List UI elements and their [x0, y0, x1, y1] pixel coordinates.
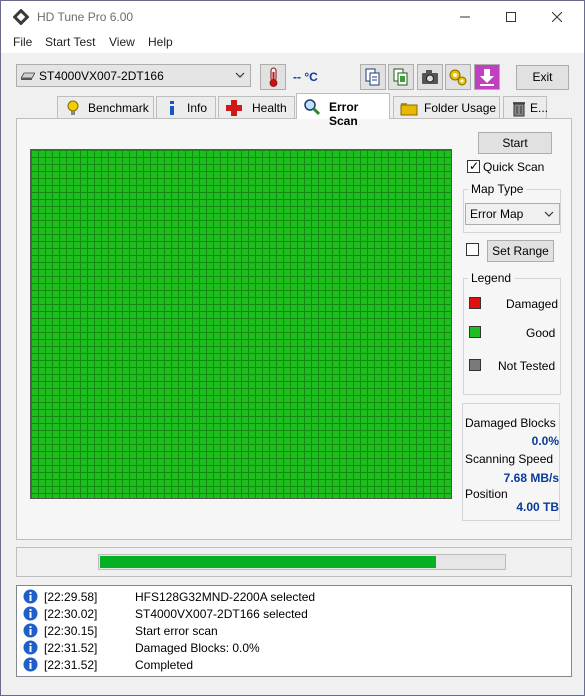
info-circle-icon [23, 623, 38, 638]
tab-folder-usage[interactable]: Folder Usage [393, 96, 500, 118]
tab-info[interactable]: Info [156, 96, 216, 118]
log-time: [22:31.52] [44, 641, 98, 655]
drive-name: ST4000VX007-2DT166 [39, 69, 164, 83]
settings-gears-icon [449, 69, 467, 86]
map-type-select[interactable]: Error Map [465, 203, 560, 225]
legend-swatch-good [469, 326, 481, 338]
info-circle-icon [23, 657, 38, 672]
trash-icon [513, 102, 525, 117]
log-entry: [22:29.58] HFS128G32MND-2200A selected [17, 588, 571, 605]
tab-label: E... [530, 101, 549, 115]
log-time: [22:30.15] [44, 624, 98, 638]
map-type-value: Error Map [470, 207, 524, 221]
tab-erase[interactable]: E... [503, 96, 549, 118]
report-document-icon [393, 68, 408, 86]
temperature-button[interactable] [260, 64, 286, 90]
maximize-button[interactable] [488, 1, 534, 33]
set-range-button[interactable]: Set Range [487, 240, 554, 262]
legend-title: Legend [468, 271, 515, 285]
drive-select[interactable]: ST4000VX007-2DT166 [16, 64, 251, 87]
legend-label-damaged: Damaged [506, 297, 559, 311]
tab-label: Error Scan [329, 100, 359, 128]
copy-document-icon [365, 68, 380, 86]
app-logo-icon [13, 9, 29, 25]
menu-start-test[interactable]: Start Test [45, 35, 95, 49]
start-button[interactable]: Start [478, 132, 552, 154]
info-circle-icon [23, 589, 38, 604]
quick-scan-label: Quick Scan [483, 160, 545, 174]
minimize-icon [460, 16, 470, 18]
chevron-down-icon [544, 211, 554, 217]
chevron-down-icon [235, 72, 245, 78]
options-button[interactable] [445, 64, 471, 90]
menu-file[interactable]: File [13, 35, 32, 49]
minimize-button[interactable] [442, 1, 488, 33]
set-range-checkbox[interactable] [466, 243, 479, 256]
info-circle-icon [23, 606, 38, 621]
check-mark-icon: ✓ [469, 159, 480, 173]
menu-bar: File Start Test View Help [1, 33, 584, 53]
log-message: ST4000VX007-2DT166 selected [135, 607, 308, 621]
camera-icon [422, 70, 438, 84]
scanning-speed-label: Scanning Speed [465, 452, 554, 466]
event-log[interactable]: [22:29.58] HFS128G32MND-2200A selected [… [16, 585, 572, 677]
copy-info-button[interactable] [360, 64, 386, 90]
log-time: [22:29.58] [44, 590, 98, 604]
legend-label-good: Good [526, 326, 556, 340]
log-entry: [22:30.15] Start error scan [17, 622, 571, 639]
damaged-blocks-value: 0.0% [531, 434, 559, 448]
legend-label-not-tested: Not Tested [498, 359, 556, 373]
position-value: 4.00 TB [516, 500, 559, 514]
hard-drive-icon [21, 72, 35, 80]
damaged-blocks-label: Damaged Blocks [465, 416, 556, 430]
log-time: [22:31.52] [44, 658, 98, 672]
log-entry: [22:31.52] Completed [17, 656, 571, 673]
menu-view[interactable]: View [109, 35, 135, 49]
close-icon [551, 11, 563, 23]
quick-scan-checkbox[interactable]: ✓ [467, 160, 480, 173]
title-bar: HD Tune Pro 6.00 [1, 1, 584, 33]
tab-health[interactable]: Health [218, 96, 295, 118]
log-message: Completed [135, 658, 194, 672]
legend-swatch-not-tested [469, 359, 481, 371]
log-message: Start error scan [135, 624, 218, 638]
maximize-icon [506, 12, 516, 22]
save-report-button[interactable] [388, 64, 414, 90]
position-label: Position [465, 487, 508, 501]
map-type-title: Map Type [468, 182, 527, 196]
menu-help[interactable]: Help [148, 35, 173, 49]
download-button[interactable] [474, 64, 500, 90]
log-entry: [22:31.52] Damaged Blocks: 0.0% [17, 639, 571, 656]
tab-label: Benchmark [88, 101, 149, 115]
tab-error-scan[interactable]: Error Scan [296, 93, 390, 128]
screenshot-button[interactable] [417, 64, 443, 90]
close-button[interactable] [534, 1, 580, 33]
exit-button[interactable]: Exit [516, 65, 569, 90]
scan-progress-fill [100, 556, 436, 568]
info-circle-icon [23, 640, 38, 655]
error-map-grid [30, 149, 452, 499]
tab-label: Folder Usage [424, 101, 497, 115]
folder-icon [400, 103, 418, 116]
tab-benchmark[interactable]: Benchmark [57, 96, 154, 118]
log-message: Damaged Blocks: 0.0% [135, 641, 260, 655]
magnifier-icon [304, 99, 321, 116]
scan-progress-bar [98, 554, 506, 570]
download-arrow-icon [480, 69, 494, 86]
health-cross-icon [226, 100, 242, 116]
tab-label: Health [252, 101, 287, 115]
window-title: HD Tune Pro 6.00 [37, 10, 134, 24]
app-window: HD Tune Pro 6.00 File Start Test View He… [0, 0, 585, 696]
tab-label: Info [187, 101, 208, 115]
thermometer-icon [269, 67, 278, 87]
scanning-speed-value: 7.68 MB/s [503, 471, 559, 485]
log-message: HFS128G32MND-2200A selected [135, 590, 316, 604]
lightbulb-icon [67, 100, 79, 115]
log-time: [22:30.02] [44, 607, 98, 621]
temperature-readout: -- °C [293, 70, 318, 84]
info-icon [170, 101, 174, 115]
log-entry: [22:30.02] ST4000VX007-2DT166 selected [17, 605, 571, 622]
legend-swatch-damaged [469, 297, 481, 309]
